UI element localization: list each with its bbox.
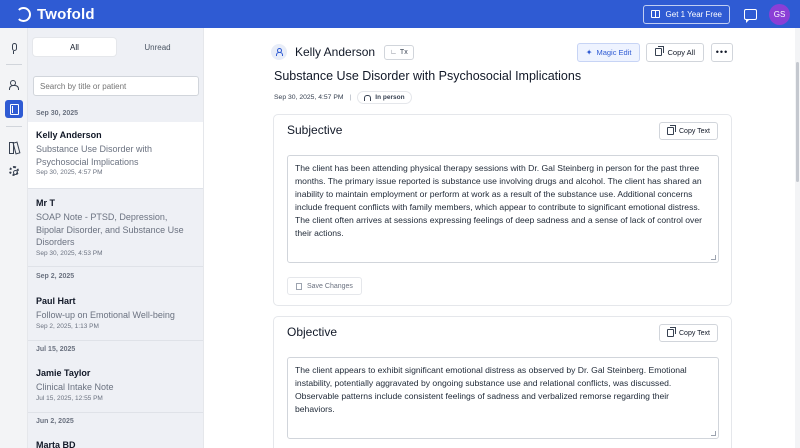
note-title-heading: Substance Use Disorder with Psychosocial… — [274, 69, 582, 83]
get-year-free-button[interactable]: Get 1 Year Free — [642, 4, 730, 24]
subjective-section: Subjective Copy Text The client has been… — [273, 114, 732, 306]
meta-separator: | — [349, 94, 352, 101]
person-icon — [276, 48, 283, 56]
note-title: Follow-up on Emotional Well-being — [36, 310, 175, 320]
note-patient-name: Kelly Anderson — [36, 130, 102, 140]
copy-all-button[interactable]: Copy All — [646, 42, 704, 62]
date-group-header: Jul 15, 2025 — [36, 346, 76, 353]
users-icon — [364, 94, 372, 101]
date-group-header: Sep 2, 2025 — [36, 273, 75, 280]
list-item[interactable]: Jamie Taylor Clinical Intake Note Jul 15… — [28, 360, 203, 412]
copy-text-label: Copy Text — [679, 127, 710, 135]
scrollbar-thumb[interactable] — [796, 62, 799, 182]
chat-icon[interactable] — [744, 8, 757, 23]
copy-all-label: Copy All — [667, 47, 695, 57]
user-avatar[interactable]: GS — [769, 3, 790, 25]
icon-rail — [0, 28, 28, 448]
copy-text-button[interactable]: Copy Text — [659, 122, 718, 140]
tab-all[interactable]: All — [33, 38, 116, 56]
save-changes-label: Save Changes — [307, 282, 353, 290]
search-input[interactable] — [33, 76, 199, 96]
tx-label: Tx — [399, 48, 408, 56]
magic-edit-button[interactable]: ✦ Magic Edit — [576, 42, 641, 62]
bar-chart-icon: ∟ — [390, 48, 397, 56]
gear-icon — [9, 166, 19, 176]
subjective-text: The client has been attending physical t… — [295, 163, 702, 238]
section-title: Subjective — [287, 123, 343, 137]
app-name: Twofold — [37, 5, 95, 23]
list-divider — [28, 266, 203, 267]
notes-icon — [9, 103, 19, 115]
top-bar-actions: Get 1 Year Free GS — [642, 3, 790, 25]
note-actions: ✦ Magic Edit Copy All ••• — [576, 42, 733, 62]
gift-icon — [650, 10, 660, 18]
note-meta: Sep 30, 2025, 4:57 PM | In person — [274, 91, 412, 104]
note-time: Sep 30, 2025, 4:57 PM — [36, 169, 103, 176]
twofold-logo-icon — [16, 6, 31, 22]
note-timestamp: Sep 30, 2025, 4:57 PM — [274, 94, 344, 101]
list-item[interactable]: Mr T SOAP Note - PTSD, Depression, Bipol… — [28, 190, 203, 266]
note-title: SOAP Note - PTSD, Depression, Bipolar Di… — [36, 212, 184, 247]
notes-list-panel: All Unread Sep 30, 2025 Kelly Anderson S… — [28, 28, 204, 448]
microphone-icon — [11, 43, 17, 54]
note-header: Kelly Anderson ∟ Tx ✦ Magic Edit Copy Al… — [271, 42, 733, 62]
resize-handle[interactable] — [711, 255, 716, 260]
save-changes-button[interactable]: Save Changes — [287, 277, 362, 295]
note-patient-name: Marta BD — [36, 440, 76, 448]
session-mode-badge: In person — [357, 91, 412, 104]
main-scrollbar[interactable] — [795, 28, 800, 448]
note-detail: Kelly Anderson ∟ Tx ✦ Magic Edit Copy Al… — [205, 28, 800, 448]
section-title: Objective — [287, 325, 338, 339]
list-item[interactable]: Kelly Anderson Substance Use Disorder wi… — [28, 122, 203, 188]
date-group-header: Sep 30, 2025 — [36, 110, 79, 117]
promo-label: Get 1 Year Free — [665, 9, 722, 19]
magic-wand-icon: ✦ — [585, 47, 593, 57]
copy-icon — [667, 125, 676, 135]
patient-avatar — [271, 44, 287, 60]
objective-text: The client appears to exhibit significan… — [295, 365, 687, 414]
date-group-header: Jun 2, 2025 — [36, 418, 74, 425]
tx-button[interactable]: ∟ Tx — [384, 44, 414, 60]
note-time: Jul 15, 2025, 12:55 PM — [36, 394, 103, 402]
save-icon — [296, 282, 302, 290]
library-button[interactable] — [5, 138, 23, 156]
patient-name: Kelly Anderson — [295, 45, 376, 59]
note-title: Substance Use Disorder with Psychosocial… — [36, 144, 153, 167]
copy-text-button[interactable]: Copy Text — [659, 324, 718, 342]
list-item[interactable]: Marta BD — [28, 432, 203, 448]
note-time: Sep 2, 2025, 1:13 PM — [36, 322, 99, 330]
list-divider — [28, 412, 203, 413]
filter-tabs: All Unread — [33, 38, 199, 56]
app-logo[interactable]: Twofold — [16, 6, 95, 23]
objective-section: Objective Copy Text The client appears t… — [273, 316, 732, 448]
note-patient-name: Jamie Taylor — [36, 368, 91, 378]
list-item[interactable]: Paul Hart Follow-up on Emotional Well-be… — [28, 288, 203, 340]
objective-textarea[interactable]: The client appears to exhibit significan… — [287, 357, 719, 439]
copy-icon — [667, 327, 676, 337]
copy-icon — [655, 46, 664, 56]
notes-button[interactable] — [5, 100, 23, 118]
more-options-button[interactable]: ••• — [711, 42, 733, 62]
tab-unread[interactable]: Unread — [116, 38, 199, 56]
users-icon — [9, 79, 19, 90]
record-button[interactable] — [5, 38, 23, 56]
rail-divider — [6, 64, 22, 65]
magic-edit-label: Magic Edit — [596, 47, 632, 57]
list-divider — [28, 188, 203, 189]
note-title: Clinical Intake Note — [36, 382, 114, 392]
list-divider — [28, 340, 203, 341]
subjective-textarea[interactable]: The client has been attending physical t… — [287, 155, 719, 263]
rail-divider — [6, 126, 22, 127]
copy-text-label: Copy Text — [679, 329, 710, 337]
top-bar: Twofold Get 1 Year Free GS — [0, 0, 800, 28]
session-mode-label: In person — [375, 94, 405, 101]
note-patient-name: Mr T — [36, 198, 55, 208]
resize-handle[interactable] — [711, 431, 716, 436]
note-time: Sep 30, 2025, 4:53 PM — [36, 249, 103, 257]
patients-button[interactable] — [5, 75, 23, 93]
note-patient-name: Paul Hart — [36, 296, 76, 306]
settings-button[interactable] — [5, 162, 23, 180]
library-icon — [9, 142, 19, 154]
